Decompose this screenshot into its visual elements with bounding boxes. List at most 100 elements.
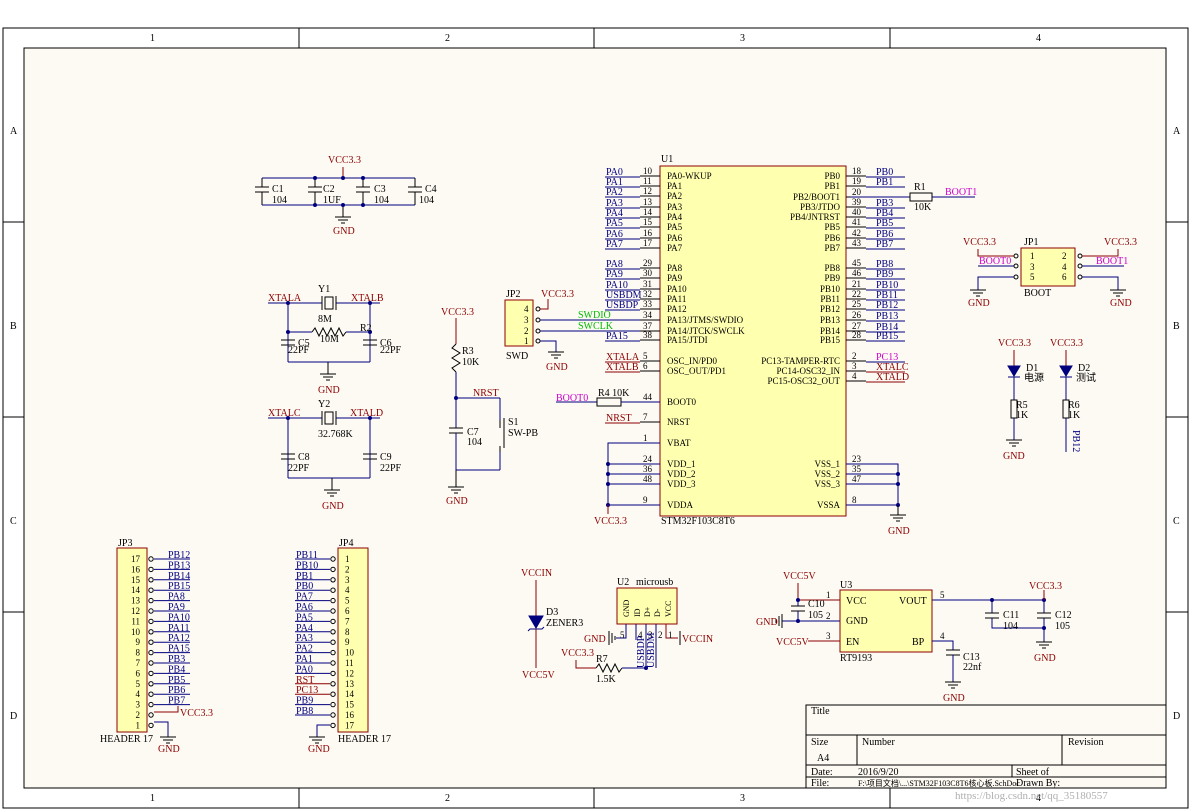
jp2-pin-2: 2: [524, 326, 529, 336]
mcu-pin-name: PA0-WKUP: [667, 171, 712, 181]
jp3-net-label: PB7: [168, 696, 185, 707]
mcu-pin-num: 39: [852, 197, 862, 207]
r6-value: 1K: [1068, 410, 1081, 421]
mcu-pin-name: PA10: [667, 284, 687, 294]
osc-net-xtala: XTALA: [268, 293, 302, 304]
col-label-3-bottom: 3: [740, 793, 745, 804]
r3-value: 10K: [462, 357, 480, 368]
date-label: Date:: [811, 767, 833, 778]
jp4-net-label: PB9: [296, 696, 313, 707]
mcu-pin-num: 32: [643, 289, 652, 299]
reset-net-nrst: NRST: [473, 388, 499, 399]
mcu-pin-name: PA7: [667, 243, 683, 253]
mcu-pin-num: 46: [852, 268, 862, 278]
mcu-vcc-label: VCC3.3: [594, 516, 627, 527]
ldo-vcc5v-top: VCC5V: [783, 571, 817, 582]
jp3-pin-num: 9: [136, 637, 141, 647]
swd-vcc-label: VCC3.3: [541, 289, 574, 300]
mcu-pin-name: VDD_3: [667, 479, 696, 489]
revision-label: Revision: [1068, 737, 1104, 748]
mcu-pin-num: 8: [852, 495, 857, 505]
jp4-pin-num: 5: [345, 596, 350, 606]
mcu-pin-name: NRST: [667, 417, 691, 427]
mcu-pin-name: PA1: [667, 181, 682, 191]
mcu-pin-num: 26: [852, 310, 862, 320]
row-label-a-right: A: [1173, 126, 1181, 137]
mcu-pin-num: 23: [852, 454, 862, 464]
mcu-pin-name: PB9: [824, 273, 840, 283]
mcu-pin-num: 7: [643, 412, 648, 422]
mcu-net-label: NRST: [606, 413, 632, 424]
caps-vcc-label: VCC3.3: [328, 155, 361, 166]
mcu-pin-num: 21: [852, 279, 861, 289]
reset-gnd-label: GND: [446, 496, 468, 507]
u2-pin-vcc: VCC: [664, 601, 673, 617]
mcu-pin-num: 16: [643, 228, 653, 238]
mcu-pin-num: 9: [643, 495, 648, 505]
jp1-pin-3: 3: [1030, 262, 1035, 272]
row-label-b: B: [10, 321, 17, 332]
jp4-name: HEADER 17: [338, 734, 391, 745]
mcu-pin-name: PA2: [667, 191, 682, 201]
mcu-pin-name: PB5: [824, 222, 840, 232]
c4-ref: C4: [425, 184, 437, 195]
u3-pin-bp: BP: [912, 637, 925, 648]
jp3-net-label: PB15: [168, 581, 190, 592]
mcu-net-label: PB1: [876, 177, 893, 188]
ldo-en-vcc5v: VCC5V: [776, 637, 810, 648]
jp3-pin-num: 2: [136, 710, 141, 720]
mcu-pin-num: 11: [643, 176, 652, 186]
mcu-pin-name: VDD_1: [667, 459, 696, 469]
col-label-3: 3: [740, 33, 745, 44]
jp1-vcc-left: VCC3.3: [963, 237, 996, 248]
mcu-net-label: XTALD: [876, 372, 909, 383]
u3-num-5: 5: [940, 590, 945, 600]
r7-value: 1.5K: [596, 674, 617, 685]
mcu-net-label: PA9: [606, 269, 623, 280]
jp1-pin-4: 4: [1062, 262, 1067, 272]
d3-value: ZENER3: [546, 618, 583, 629]
mcu-pin-name: VBAT: [667, 438, 691, 448]
row-label-b-right: B: [1173, 321, 1180, 332]
jp3-net-label: PA11: [168, 623, 190, 634]
jp3-vcc-label: VCC3.3: [180, 708, 213, 719]
mcu-pin-name: PB11: [820, 294, 840, 304]
mcu-pin-name: PA11: [667, 294, 686, 304]
u3-part: RT9193: [840, 653, 872, 664]
jp4-pin-num: 1: [345, 554, 350, 564]
c12-value: 105: [1055, 621, 1070, 632]
mcu-net-label: PA2: [606, 187, 623, 198]
jp1-name: BOOT: [1024, 288, 1051, 299]
mcu-pin-num: 25: [852, 299, 862, 309]
r7-ref: R7: [596, 654, 608, 665]
mcu-pin-num: 5: [643, 351, 648, 361]
mcu-pin-name: OSC_OUT/PD1: [667, 366, 726, 376]
osc-net-xtalb: XTALB: [351, 293, 384, 304]
c7-value: 104: [467, 437, 482, 448]
jp4-pin-num: 6: [345, 606, 350, 616]
mcu-pin-name: PB1: [824, 181, 840, 191]
jp4-pin-num: 4: [345, 585, 350, 595]
u3-ref: U3: [840, 580, 852, 591]
u3-pin-vcc: VCC: [846, 596, 867, 607]
jp3-pin-num: 14: [131, 585, 141, 595]
zener-vccin: VCCIN: [521, 568, 552, 579]
drawn-by-label: Drawn By:: [1016, 778, 1060, 789]
date-value: 2016/9/20: [858, 767, 899, 778]
jp3-pin-num: 1: [136, 720, 141, 730]
u3-pin-vout: VOUT: [899, 596, 927, 607]
mcu-net-label: PB12: [876, 300, 898, 311]
r1-value: 10K: [914, 202, 932, 213]
jp3-net-label: PA12: [168, 633, 190, 644]
mcu-net-label: PB15: [876, 331, 898, 342]
number-label: Number: [862, 737, 895, 748]
jp1-net-boot0: BOOT0: [979, 256, 1011, 267]
jp3-net-label: PB4: [168, 664, 185, 675]
ldo-vcc-out: VCC3.3: [1029, 581, 1062, 592]
mcu-pin-name: PB15: [820, 335, 841, 345]
mcu-pin-num: 35: [852, 464, 862, 474]
u2-pin-id: ID: [633, 608, 642, 617]
jp4-pin-num: 8: [345, 627, 350, 637]
size-value: A4: [817, 753, 829, 764]
jp1-net-boot1: BOOT1: [1096, 256, 1128, 267]
